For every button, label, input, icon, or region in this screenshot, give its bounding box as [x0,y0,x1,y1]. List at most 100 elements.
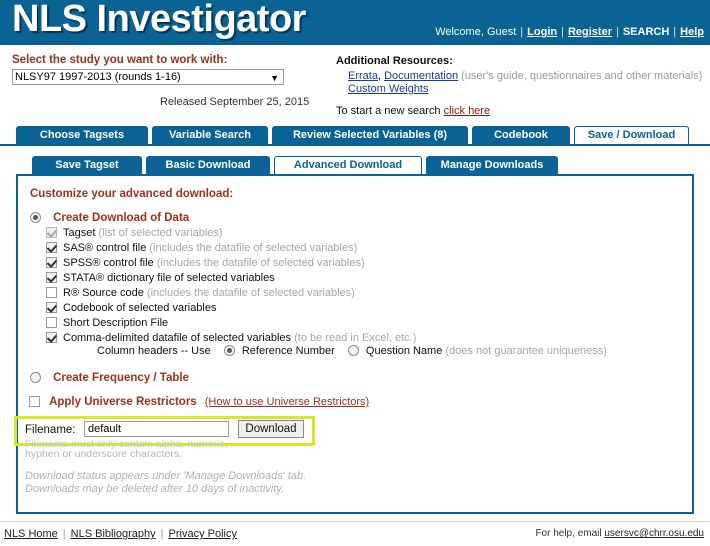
checkbox-note: (list of selected variables) [95,227,223,239]
column-headers-prefix: Column headers -- Use [97,345,211,357]
radio-reference-number-label: Reference Number [241,345,335,357]
site-title: NLS Investigator [12,0,306,40]
filename-hint-line-2: hyphen or underscore characters. [25,448,183,460]
checkbox-stata-dictionary-file-of-selected-variables[interactable]: STATA® dictionary file of selected varia… [46,272,275,284]
footer-help-text: For help, email [535,528,602,539]
divider: | [561,26,564,38]
tab-underline [0,144,710,146]
subtab-manage-downloads[interactable]: Manage Downloads [426,156,558,175]
subtab-label: Basic Download [165,159,251,171]
checkbox-sas-control-file[interactable]: SAS® control file (includes the datafile… [46,242,357,254]
checkbox-r-source-code[interactable]: R® Source code (includes the datafile of… [46,287,355,299]
filename-input[interactable] [84,421,229,437]
divider: | [160,528,164,540]
checkbox-icon [46,257,57,268]
tab-choose-tagsets[interactable]: Choose Tagsets [16,126,148,145]
radio-question-name-label: Question Name [365,345,443,357]
checkbox-comma-delimited-datafile-of-selected-variables[interactable]: Comma-delimited datafile of selected var… [46,332,416,344]
tab-save-download[interactable]: Save / Download [574,126,689,145]
nls-bibliography-link[interactable]: NLS Bibliography [71,528,156,540]
subtab-label: Save Tagset [55,159,119,171]
documentation-link[interactable]: Documentation [384,70,458,82]
radio-dot-icon [30,212,41,223]
checkbox-short-description-file[interactable]: Short Description File [46,317,168,329]
tab-label: Variable Search [169,129,251,141]
tab-label: Save / Download [587,129,676,141]
tab-label: Codebook [494,129,548,141]
download-button[interactable]: Download [238,420,304,438]
site-header: NLS Investigator Welcome, Guest | Login | Re… [0,0,710,45]
filename-label: Filename: [25,424,76,436]
footer-divider [0,521,710,522]
radio-create-download-label: Create Download of Data [53,212,190,224]
subtab-basic-download[interactable]: Basic Download [146,156,270,175]
subtab-save-tagset[interactable]: Save Tagset [32,156,142,175]
subtab-label: Manage Downloads [440,159,544,171]
page-root: NLS Investigator Welcome, Guest | Login | Re… [0,0,710,546]
question-name-note: (does not guarantee uniqueness) [445,345,607,357]
subtab-advanced-download[interactable]: Advanced Download [274,156,422,175]
support-email-link[interactable]: usersvc@chrr.osu.edu [604,528,704,539]
new-search-link[interactable]: click here [444,105,490,117]
footer-links: NLS Home | NLS Bibliography | Privacy Policy [4,528,237,540]
checkbox-note: (to be read in Excel, etc.) [291,332,417,344]
documentation-note: (user's guide, questionnaires and other … [461,70,703,82]
tab-variable-search[interactable]: Variable Search [152,126,268,145]
new-search-line: To start a new search click here [336,105,490,117]
checkbox-note: (includes the datafile of selected varia… [153,257,365,269]
checkbox-label: Tagset [63,227,96,239]
welcome-text: Welcome, Guest [435,26,517,38]
radio-create-download[interactable]: Create Download of Data [30,212,189,224]
divider: | [673,26,677,38]
login-link[interactable]: Login [527,26,557,38]
radio-create-frequency[interactable]: Create Frequency / Table [30,372,189,384]
checkbox-icon [46,272,57,283]
errata-link[interactable]: Errata [348,70,378,82]
checkbox-icon [29,396,40,407]
radio-reference-number[interactable] [223,345,235,356]
checkbox-icon [46,332,57,343]
checkbox-note: (includes the datafile of selected varia… [143,287,355,299]
column-headers-row: Column headers -- Use Reference Number Q… [97,345,607,357]
tab-label: Choose Tagsets [39,129,125,141]
chevron-down-icon: ▼ [270,73,279,83]
resources-title: Additional Resources: [336,55,453,67]
nls-home-link[interactable]: NLS Home [4,528,58,540]
tab-codebook[interactable]: Codebook [472,126,570,145]
custom-weights-link[interactable]: Custom Weights [348,83,429,95]
new-search-text: To start a new search [336,105,441,117]
checkbox-icon [46,287,57,298]
tab-review-selected-variables-8[interactable]: Review Selected Variables (8) [272,126,468,145]
checkbox-universe-restrictors[interactable]: Apply Universe Restrictors (How to use U… [29,396,369,408]
radio-dot-icon [30,372,41,383]
help-link[interactable]: Help [680,26,704,38]
checkbox-label: Short Description File [63,317,169,329]
checkbox-tagset: Tagset (list of selected variables) [46,227,223,239]
tab-label: Review Selected Variables (8) [292,129,448,141]
search-link[interactable]: SEARCH [623,26,669,38]
radio-question-name[interactable] [347,345,359,356]
advanced-download-panel: Customize your advanced download: [16,174,694,514]
main-tab-bar: Choose Tagsets Variable Search Review Sele… [0,126,710,145]
privacy-policy-link[interactable]: Privacy Policy [169,528,237,540]
status-note-2: Downloads may be deleted after 10 days o… [25,483,285,495]
register-link[interactable]: Register [568,26,612,38]
universe-restrictors-help-link[interactable]: (How to use Universe Restrictors) [205,396,369,408]
study-select[interactable]: NLSY97 1997-2013 (rounds 1-16) ▼ [12,69,284,85]
universe-restrictors-label: Apply Universe Restrictors [49,396,197,408]
checkbox-label: R® Source code [63,287,144,299]
checkbox-icon [46,317,57,328]
divider: | [62,528,66,540]
checkbox-label: SPSS® control file [63,257,154,269]
checkbox-spss-control-file[interactable]: SPSS® control file (includes the datafil… [46,257,365,269]
radio-create-frequency-label: Create Frequency / Table [53,372,189,384]
subtab-label: Advanced Download [293,159,403,171]
divider: | [615,26,619,38]
release-date: Released September 25, 2015 [160,96,310,108]
divider: | [520,26,524,38]
checkbox-icon [46,242,57,253]
footer-help: For help, email usersvc@chrr.osu.edu [535,528,704,539]
checkbox-codebook-of-selected-variables[interactable]: Codebook of selected variables [46,302,216,314]
status-note-1: Download status appears under 'Manage Do… [25,470,307,482]
panel-title: Customize your advanced download: [30,188,234,200]
